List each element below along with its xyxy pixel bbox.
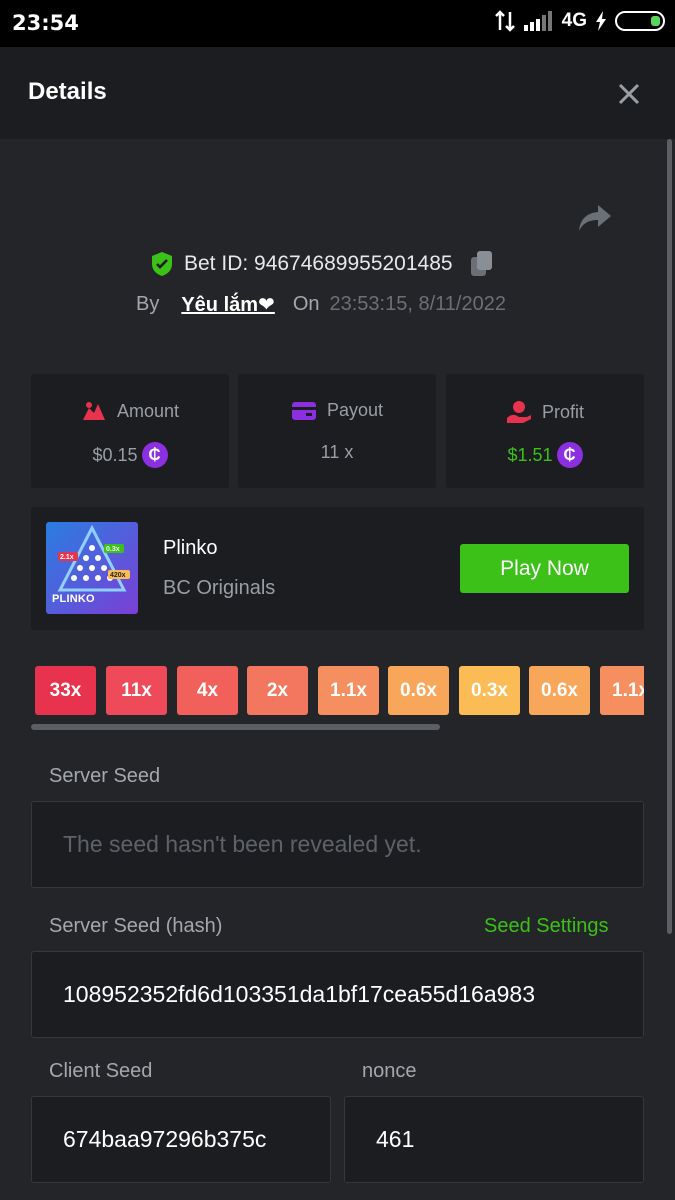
profit-value: $1.51 — [507, 444, 553, 465]
thumb-tag: 420x — [110, 572, 126, 579]
status-time: 23:54 — [12, 11, 79, 35]
multiplier-slot: 0.3x — [459, 666, 520, 715]
play-now-button[interactable]: Play Now — [460, 544, 629, 593]
multiplier-slot: 33x — [35, 666, 96, 715]
multiplier-strip: 33x 11x 4x 2x 1.1x 0.6x 0.3x 0.6x 1.1x — [35, 666, 644, 716]
by-label: By — [136, 293, 160, 315]
details-header: Details — [0, 47, 675, 139]
bet-id-text: Bet ID: 94674689955201485 — [184, 252, 453, 275]
multiplier-slot: 4x — [177, 666, 238, 715]
multiplier-slot: 11x — [106, 666, 167, 715]
client-seed-field[interactable]: 674baa97296b375c — [31, 1096, 331, 1183]
coin-icon: ₵ — [141, 442, 168, 468]
status-icons: 4G — [494, 10, 665, 32]
bet-byline: By Yêu lắm❤ On 23:53:15, 8/11/2022 — [136, 292, 506, 317]
game-provider: BC Originals — [163, 577, 276, 599]
multiplier-slot: 1.1x — [318, 666, 379, 715]
game-card: 2.1x 0.3x 420x PLINKO Plinko BC Original… — [31, 507, 644, 630]
verified-shield-icon — [152, 252, 172, 276]
amount-icon — [82, 402, 105, 420]
copy-icon[interactable] — [469, 250, 495, 278]
multiplier-slot: 1.1x — [600, 666, 644, 715]
profit-label: Profit — [541, 401, 584, 422]
coin-icon: ₵ — [556, 442, 583, 468]
bet-datetime: 23:53:15, 8/11/2022 — [329, 293, 506, 315]
data-transfer-icon — [494, 10, 515, 32]
server-seed-field[interactable]: The seed hasn't been revealed yet. — [31, 801, 644, 888]
amount-card: Amount $0.15 ₵ — [31, 374, 229, 488]
thumb-tag: 0.3x — [106, 546, 120, 553]
status-bar: 23:54 4G — [0, 0, 675, 47]
multiplier-slot: 0.6x — [388, 666, 449, 715]
server-seed-label: Server Seed — [49, 765, 161, 787]
network-type: 4G — [561, 10, 587, 31]
multiplier-slot: 0.6x — [529, 666, 590, 715]
bet-id-row: Bet ID: 94674689955201485 — [150, 250, 495, 278]
amount-value: $0.15 — [92, 444, 138, 465]
signal-icon — [523, 11, 552, 31]
profit-card: Profit $1.51 ₵ — [446, 374, 644, 488]
thumb-tag: 2.1x — [60, 554, 74, 561]
server-seed-hash-field[interactable]: 108952352fd6d103351da1bf17cea55d16a983 — [31, 951, 644, 1038]
plinko-logo-text: PLINKO — [52, 593, 95, 605]
payout-card: Payout 11 x — [238, 374, 436, 488]
vertical-scrollbar[interactable] — [667, 139, 672, 934]
bettor-username-link[interactable]: Yêu lắm❤ — [181, 292, 274, 317]
on-label: On — [292, 293, 320, 315]
profit-hand-icon — [506, 401, 531, 423]
game-name: Plinko — [163, 537, 218, 559]
plinko-thumbnail[interactable]: 2.1x 0.3x 420x PLINKO — [46, 522, 138, 614]
charging-icon — [596, 11, 606, 31]
close-icon[interactable] — [616, 81, 642, 107]
wallet-icon — [291, 401, 316, 420]
battery-icon — [615, 11, 665, 31]
payout-value: 11 x — [320, 442, 354, 462]
seed-settings-link[interactable]: Seed Settings — [484, 915, 609, 938]
server-seed-hash-label: Server Seed (hash) — [49, 915, 223, 937]
payout-label: Payout — [326, 400, 384, 420]
amount-label: Amount — [116, 400, 180, 421]
share-icon[interactable] — [578, 203, 612, 233]
multiplier-scrollbar[interactable] — [31, 724, 440, 730]
nonce-label: nonce — [362, 1060, 417, 1082]
multiplier-slot: 2x — [247, 666, 308, 715]
nonce-field[interactable]: 461 — [344, 1096, 644, 1183]
page-title: Details — [28, 78, 107, 105]
client-seed-label: Client Seed — [49, 1060, 153, 1082]
